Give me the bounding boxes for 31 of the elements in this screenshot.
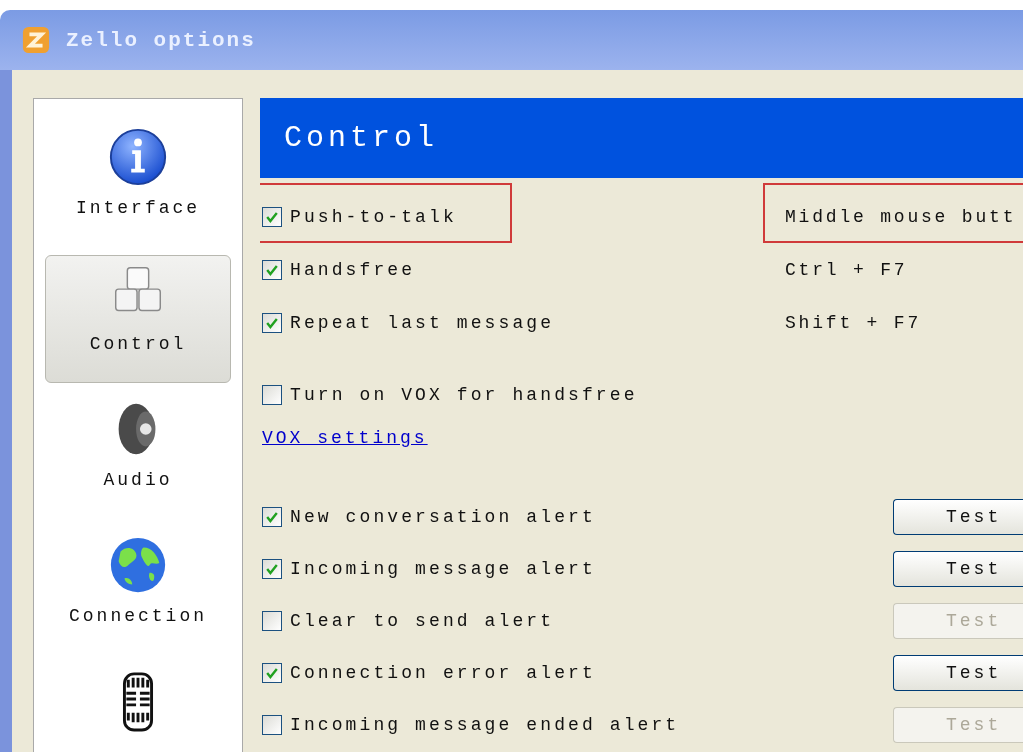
- hotkey-text: Middle mouse butt: [785, 206, 1017, 227]
- test-button[interactable]: Test: [893, 499, 1023, 535]
- sidebar-item[interactable]: Audio: [45, 391, 231, 519]
- sidebar-item[interactable]: Connection: [45, 527, 231, 655]
- hotkey-text: Ctrl + F7: [785, 259, 908, 280]
- option-label: Repeat last message: [290, 312, 555, 333]
- checkbox[interactable]: [262, 312, 282, 333]
- test-button[interactable]: Test: [893, 551, 1023, 587]
- section-title: Control: [284, 121, 439, 155]
- test-button[interactable]: Test: [893, 655, 1023, 691]
- sidebar-item[interactable]: Control: [45, 255, 231, 383]
- checkbox[interactable]: [262, 663, 282, 683]
- option-label: Connection error alert: [290, 663, 596, 683]
- checkbox[interactable]: [262, 259, 282, 280]
- option-label: Turn on VOX for handsfree: [290, 385, 638, 405]
- option-label: Incoming message alert: [290, 559, 596, 579]
- hotkey-text: Shift + F7: [785, 312, 922, 333]
- option-label: Incoming message ended alert: [290, 715, 680, 735]
- option-label: Push-to-talk: [290, 206, 457, 227]
- window-title: Zello options: [66, 28, 256, 52]
- checkbox[interactable]: [262, 385, 282, 405]
- app-logo-icon: [22, 26, 50, 54]
- info-icon: [107, 126, 169, 188]
- option-label: Clear to send alert: [290, 611, 555, 631]
- checkbox[interactable]: [262, 507, 282, 527]
- checkbox[interactable]: [262, 206, 282, 227]
- option-label: Handsfree: [290, 259, 416, 280]
- checkbox[interactable]: [262, 559, 282, 579]
- sidebar-item[interactable]: Interface: [45, 119, 231, 247]
- vox-settings-link[interactable]: VOX settings: [262, 428, 428, 448]
- option-label: New conversation alert: [290, 507, 596, 527]
